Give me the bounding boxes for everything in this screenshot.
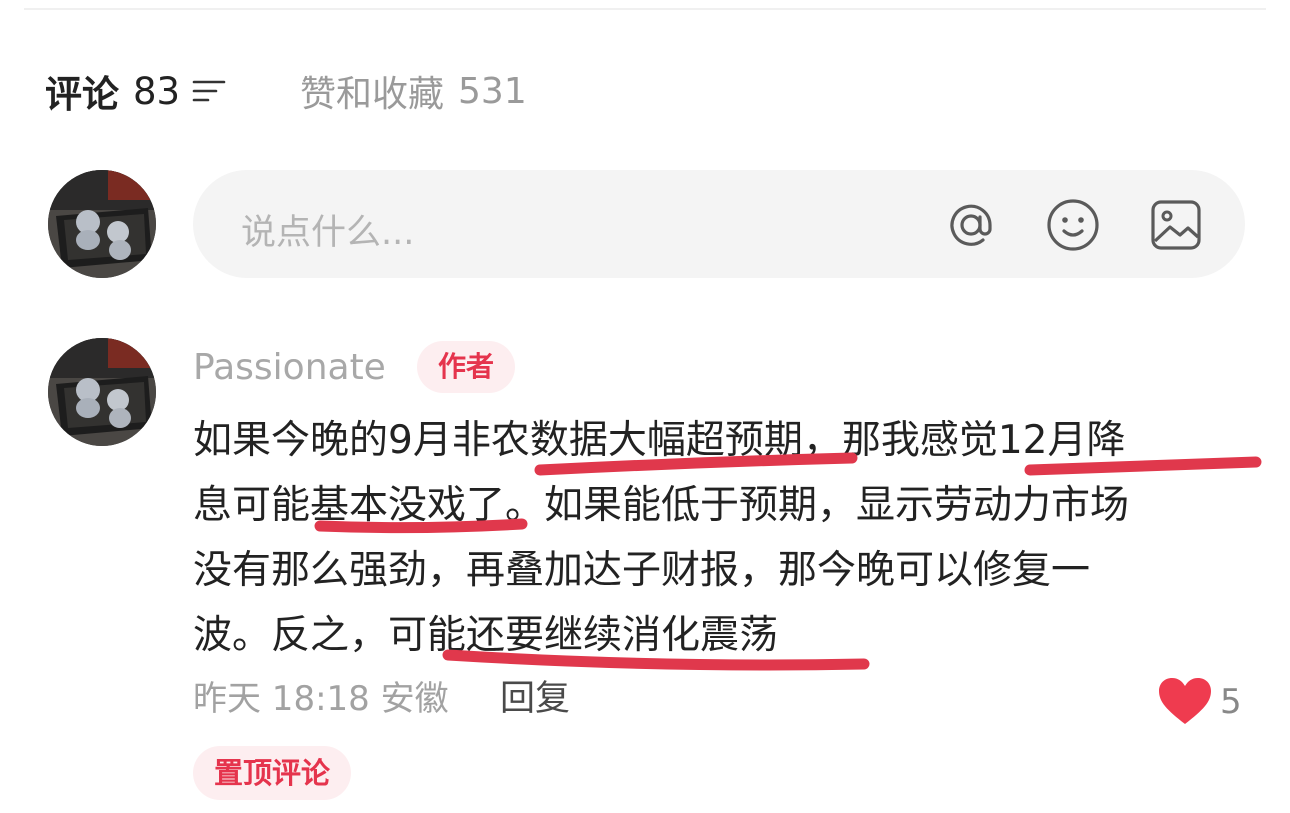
heart-icon[interactable]	[1157, 676, 1213, 726]
comment-panel: 评论 83 赞和收藏 531 说点什么... Passionate 作者 如果今…	[0, 0, 1290, 813]
tab-comments-label: 评论	[45, 73, 119, 116]
comment-line: 息可能基本没戏了。如果能低于预期，显示劳动力市场	[193, 483, 1130, 528]
tab-likes-and-favorites[interactable]: 赞和收藏 531	[300, 66, 527, 116]
comment-input-placeholder: 说点什么...	[241, 213, 415, 253]
tab-likes-count: 531	[458, 70, 527, 112]
current-user-avatar[interactable]	[48, 170, 156, 278]
tab-comments[interactable]: 评论 83	[45, 66, 226, 116]
top-divider	[24, 8, 1266, 10]
commenter-username[interactable]: Passionate	[193, 345, 386, 391]
reply-button[interactable]: 回复	[500, 676, 570, 722]
sort-icon[interactable]	[192, 78, 226, 104]
comment-input[interactable]: 说点什么...	[193, 170, 1245, 278]
author-badge: 作者	[417, 341, 515, 393]
comment-line: 没有那么强劲，再叠加达子财报，那今晚可以修复一	[193, 548, 1091, 593]
pinned-comment-badge: 置顶评论	[193, 746, 351, 800]
comment-time: 昨天 18:18	[193, 679, 370, 719]
comment-meta: 昨天 18:18 安徽	[193, 676, 449, 722]
comment-location: 安徽	[380, 679, 449, 719]
comment-text: 如果今晚的9月非农数据大幅超预期，那我感觉12月降 息可能基本没戏了。如果能低于…	[193, 408, 1233, 668]
comment-line: 如果今晚的9月非农数据大幅超预期，那我感觉12月降	[193, 418, 1126, 463]
comment-line: 波。反之，可能还要继续消化震荡	[193, 613, 779, 658]
tab-likes-label: 赞和收藏	[300, 74, 445, 115]
at-icon[interactable]	[943, 197, 999, 253]
like-count: 5	[1220, 682, 1242, 722]
tab-comments-count: 83	[133, 69, 181, 113]
commenter-avatar[interactable]	[48, 338, 156, 446]
smiley-icon[interactable]	[1045, 197, 1101, 253]
image-icon[interactable]	[1148, 197, 1204, 253]
